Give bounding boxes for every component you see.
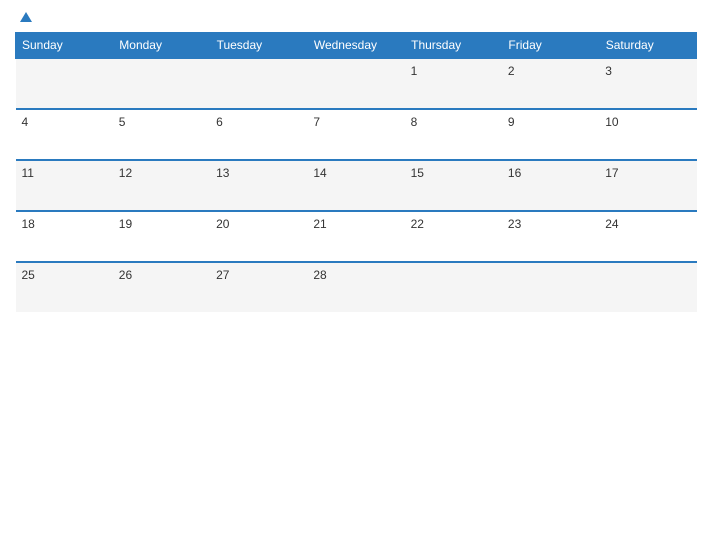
day-header-friday: Friday (502, 33, 599, 59)
calendar-week-3: 18 19 20 21 22 23 24 (16, 211, 697, 262)
calendar-cell: 10 (599, 109, 696, 160)
calendar-week-0: 1 2 3 (16, 58, 697, 109)
day-number: 22 (411, 217, 424, 231)
calendar-cell: 9 (502, 109, 599, 160)
day-header-wednesday: Wednesday (307, 33, 404, 59)
day-number: 12 (119, 166, 132, 180)
calendar-cell: 14 (307, 160, 404, 211)
day-header-tuesday: Tuesday (210, 33, 307, 59)
calendar-cell: 28 (307, 262, 404, 312)
day-number: 16 (508, 166, 521, 180)
day-number: 8 (411, 115, 418, 129)
day-number: 11 (22, 166, 34, 180)
calendar-table: SundayMondayTuesdayWednesdayThursdayFrid… (15, 32, 697, 312)
calendar-cell: 11 (16, 160, 113, 211)
day-header-sunday: Sunday (16, 33, 113, 59)
logo (17, 10, 33, 24)
calendar-week-2: 11 12 13 14 15 16 17 (16, 160, 697, 211)
day-number: 18 (22, 217, 35, 231)
day-number: 21 (313, 217, 326, 231)
calendar-header (15, 10, 697, 24)
day-number: 3 (605, 64, 612, 78)
day-number: 20 (216, 217, 229, 231)
calendar-cell: 1 (405, 58, 502, 109)
calendar-cell: 26 (113, 262, 210, 312)
calendar-cell: 25 (16, 262, 113, 312)
day-number: 27 (216, 268, 229, 282)
day-number: 28 (313, 268, 326, 282)
calendar-cell: 21 (307, 211, 404, 262)
day-number: 2 (508, 64, 515, 78)
day-header-monday: Monday (113, 33, 210, 59)
calendar-cell: 8 (405, 109, 502, 160)
logo-triangle-icon (19, 10, 33, 24)
calendar-cell: 6 (210, 109, 307, 160)
calendar-cell (599, 262, 696, 312)
calendar-cell: 13 (210, 160, 307, 211)
calendar-cell: 5 (113, 109, 210, 160)
day-number: 5 (119, 115, 126, 129)
day-number: 19 (119, 217, 132, 231)
calendar-cell: 12 (113, 160, 210, 211)
day-number: 4 (22, 115, 29, 129)
calendar-cell (210, 58, 307, 109)
calendar-cell: 7 (307, 109, 404, 160)
calendar-page: SundayMondayTuesdayWednesdayThursdayFrid… (0, 0, 712, 550)
day-number: 6 (216, 115, 223, 129)
calendar-cell: 17 (599, 160, 696, 211)
day-number: 1 (411, 64, 418, 78)
calendar-cell: 4 (16, 109, 113, 160)
calendar-cell (502, 262, 599, 312)
day-header-thursday: Thursday (405, 33, 502, 59)
calendar-cell (16, 58, 113, 109)
day-number: 9 (508, 115, 515, 129)
calendar-cell: 15 (405, 160, 502, 211)
calendar-week-4: 25 26 27 28 (16, 262, 697, 312)
calendar-cell: 3 (599, 58, 696, 109)
day-number: 23 (508, 217, 521, 231)
calendar-cell (307, 58, 404, 109)
day-header-saturday: Saturday (599, 33, 696, 59)
calendar-cell (113, 58, 210, 109)
day-number: 15 (411, 166, 424, 180)
calendar-cell: 2 (502, 58, 599, 109)
calendar-week-1: 4 5 6 7 8 9 10 (16, 109, 697, 160)
calendar-cell: 24 (599, 211, 696, 262)
calendar-cell: 16 (502, 160, 599, 211)
calendar-header-row: SundayMondayTuesdayWednesdayThursdayFrid… (16, 33, 697, 59)
calendar-body: 1234567891011121314151617181920212223242… (16, 58, 697, 312)
calendar-cell (405, 262, 502, 312)
day-number: 14 (313, 166, 326, 180)
day-number: 26 (119, 268, 132, 282)
day-number: 25 (22, 268, 35, 282)
calendar-cell: 23 (502, 211, 599, 262)
calendar-cell: 20 (210, 211, 307, 262)
calendar-cell: 27 (210, 262, 307, 312)
day-number: 24 (605, 217, 618, 231)
day-number: 7 (313, 115, 320, 129)
day-number: 17 (605, 166, 618, 180)
days-row: SundayMondayTuesdayWednesdayThursdayFrid… (16, 33, 697, 59)
calendar-cell: 18 (16, 211, 113, 262)
calendar-cell: 22 (405, 211, 502, 262)
day-number: 10 (605, 115, 618, 129)
calendar-cell: 19 (113, 211, 210, 262)
day-number: 13 (216, 166, 229, 180)
